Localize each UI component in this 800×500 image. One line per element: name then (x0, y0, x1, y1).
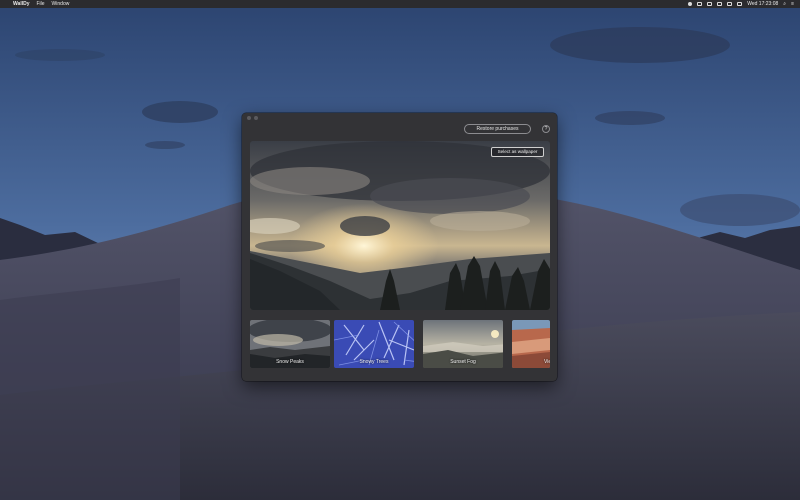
thumbnail-sunset-fog[interactable]: Sunset Fog (423, 320, 503, 368)
thumbnail-label: Sunset Fog (450, 359, 476, 365)
thumbnail-label: Snowy Trees (359, 359, 389, 365)
menu-clock[interactable]: Wed 17:23:08 (747, 1, 778, 7)
thumbnail-partial[interactable]: Vie (512, 320, 550, 368)
thumbnail-label: Vie (544, 359, 550, 365)
wallpaper-preview: Select as wallpaper (250, 141, 550, 310)
walldy-window: Restore purchases ? Select as wallpaper … (242, 113, 557, 381)
window-controls (247, 116, 258, 120)
search-icon[interactable]: ⌕ (783, 1, 786, 7)
thumbnail-strip: Snow Peaks Snowy Trees Sunset Fog Vie (250, 320, 550, 369)
menu-file[interactable]: File (36, 1, 44, 7)
battery-icon[interactable] (737, 2, 743, 6)
menu-list-icon[interactable]: ≡ (791, 1, 794, 7)
wifi-icon[interactable] (697, 2, 703, 6)
preview-image (250, 141, 550, 310)
help-button[interactable]: ? (542, 125, 550, 133)
volume-icon[interactable] (717, 2, 723, 6)
thumbnail-label: Snow Peaks (276, 359, 304, 365)
notification-center-icon[interactable] (688, 2, 693, 6)
thumbnail-snow-peaks[interactable]: Snow Peaks (250, 320, 330, 368)
thumbnail-snowy-trees[interactable]: Snowy Trees (334, 320, 414, 368)
menu-window[interactable]: Window (52, 1, 70, 7)
display-icon[interactable] (707, 2, 713, 6)
minimize-button[interactable] (254, 116, 258, 120)
close-button[interactable] (247, 116, 251, 120)
select-as-wallpaper-button[interactable]: Select as wallpaper (491, 147, 544, 157)
keyboard-icon[interactable] (727, 2, 733, 6)
restore-purchases-button[interactable]: Restore purchases (464, 124, 531, 134)
menu-bar: WallDy File Window Wed 17:23:08 ⌕ ≡ (0, 0, 800, 8)
menu-app-name[interactable]: WallDy (13, 1, 29, 7)
